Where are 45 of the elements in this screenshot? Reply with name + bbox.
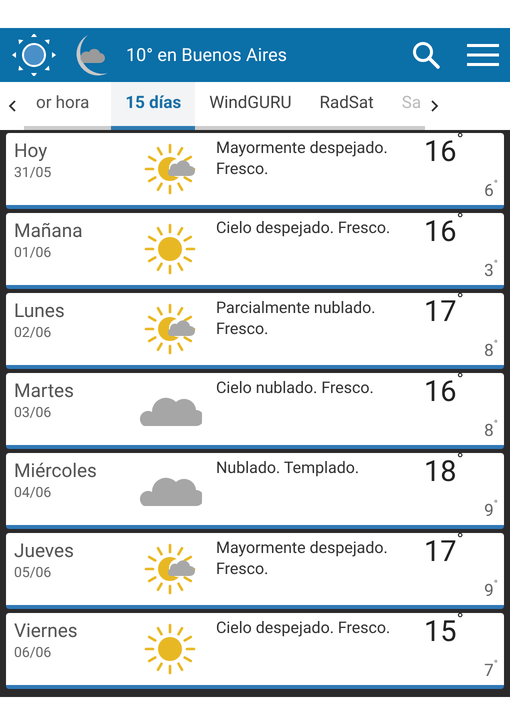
day-date: 06/06: [14, 644, 52, 663]
day-name: Mañana: [14, 219, 84, 243]
day-name: Viernes: [14, 619, 79, 643]
low-temperature: 7$^{˚}$: [484, 661, 498, 681]
weather-description: Parcialmente nublado. Fresco.: [215, 297, 376, 340]
day-name: Jueves: [14, 539, 75, 563]
low-temperature: 9$^{˚}$: [484, 501, 498, 521]
high-temperature: 16$^{˚}$: [424, 135, 464, 169]
weather-description: Cielo despejado. Fresco.: [215, 217, 392, 239]
low-temperature: 9$^{˚}$: [484, 581, 498, 601]
forecast-card[interactable]: Jueves 05/06 Mayormente despejado. Fresco. 17$^{˚}$ 9$^{˚}$: [6, 533, 504, 609]
high-temperature: 17$^{˚}$: [424, 535, 464, 569]
tab[interactable]: 15 días: [111, 82, 196, 130]
day-date: 01/06: [14, 244, 52, 263]
high-temperature: 16$^{˚}$: [424, 375, 464, 409]
weather-description: Mayormente despejado. Fresco.: [215, 137, 389, 180]
high-temperature: 17$^{˚}$: [424, 295, 464, 329]
weather-description: Cielo nublado. Fresco.: [215, 377, 375, 399]
sun-icon: [10, 34, 58, 76]
day-name: Lunes: [14, 299, 66, 323]
forecast-card[interactable]: Lunes 02/06 Parcialmente nublado. Fresco. 17$^{˚}$ 8$^{˚}$: [6, 293, 504, 369]
day-name: Hoy: [14, 139, 48, 163]
high-temperature: 16$^{˚}$: [424, 215, 464, 249]
day-date: 31/05: [14, 164, 52, 183]
day-date: 02/06: [14, 324, 52, 343]
day-date: 04/06: [14, 484, 52, 503]
low-temperature: 8$^{˚}$: [484, 421, 498, 441]
header-title: 10° en Buenos Aires: [126, 44, 287, 68]
forecast-card[interactable]: Martes 03/06 Cielo nublado. Fresco. 16$^{˚}$ 8$^{˚}$: [6, 373, 504, 449]
weather-description: Mayormente despejado. Fresco.: [215, 537, 389, 580]
forecast-card[interactable]: Miércoles 04/06 Nublado. Templado. 18$^{˚}$ 9$^{˚}$: [6, 453, 504, 529]
forecast-card[interactable]: Hoy 31/05 Mayormente despejado. Fresco. 16$^{˚}$ 6$^{˚}$: [6, 133, 504, 209]
high-temperature: 18$^{˚}$: [424, 455, 464, 489]
day-name: Martes: [14, 379, 75, 403]
high-temperature: 15$^{˚}$: [424, 615, 464, 649]
low-temperature: 3$^{˚}$: [484, 261, 498, 281]
weather-description: Cielo despejado. Fresco.: [215, 617, 392, 639]
day-name: Miércoles: [14, 459, 98, 483]
low-temperature: 6$^{˚}$: [484, 181, 498, 201]
forecast-card[interactable]: Viernes 06/06 Cielo despejado. Fresco. 15$^{˚}$ 7$^{˚}$: [6, 613, 504, 689]
weather-description: Nublado. Templado.: [215, 457, 360, 479]
forecast-card[interactable]: Mañana 01/06 Cielo despejado. Fresco. 16$^{˚}$ 3$^{˚}$: [6, 213, 504, 289]
day-date: 03/06: [14, 404, 52, 423]
day-date: 05/06: [14, 564, 52, 583]
low-temperature: 8$^{˚}$: [484, 341, 498, 361]
